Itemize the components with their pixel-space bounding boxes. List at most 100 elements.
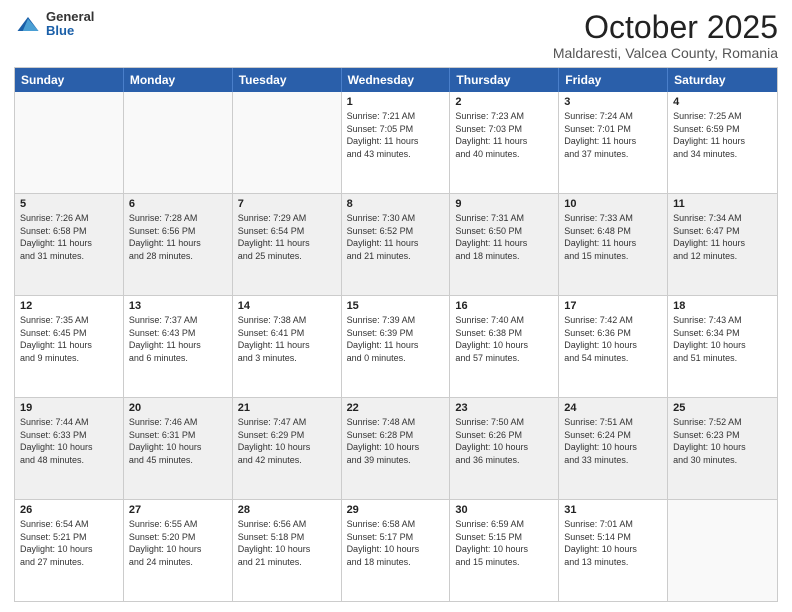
calendar-cell: 17 Sunrise: 7:42 AM Sunset: 6:36 PM Dayli… [559, 296, 668, 397]
title-block: October 2025 Maldaresti, Valcea County, … [553, 10, 778, 61]
day-info: Sunrise: 7:48 AM Sunset: 6:28 PM Dayligh… [347, 416, 445, 466]
day-number: 14 [238, 300, 336, 312]
day-number: 3 [564, 96, 662, 108]
logo-text: General Blue [46, 10, 94, 39]
calendar-cell: 2 Sunrise: 7:23 AM Sunset: 7:03 PM Daylig… [450, 92, 559, 193]
weekday-header: Tuesday [233, 68, 342, 92]
day-info: Sunrise: 7:21 AM Sunset: 7:05 PM Dayligh… [347, 110, 445, 160]
calendar-row: 19 Sunrise: 7:44 AM Sunset: 6:33 PM Dayli… [15, 397, 777, 499]
day-number: 24 [564, 402, 662, 414]
weekday-header: Monday [124, 68, 233, 92]
day-info: Sunrise: 7:31 AM Sunset: 6:50 PM Dayligh… [455, 212, 553, 262]
calendar-row: 5Sunrise: 7:26 AM Sunset: 6:58 PM Daylig… [15, 193, 777, 295]
calendar-cell [124, 92, 233, 193]
calendar-cell: 3 Sunrise: 7:24 AM Sunset: 7:01 PM Daylig… [559, 92, 668, 193]
calendar-row: 26 Sunrise: 6:54 AM Sunset: 5:21 PM Dayli… [15, 499, 777, 601]
day-number: 7 [238, 198, 336, 210]
day-number: 12 [20, 300, 118, 312]
day-info: Sunrise: 7:30 AM Sunset: 6:52 PM Dayligh… [347, 212, 445, 262]
logo: General Blue [14, 10, 94, 39]
day-info: Sunrise: 6:59 AM Sunset: 5:15 PM Dayligh… [455, 518, 553, 568]
calendar-cell: 20Sunrise: 7:46 AM Sunset: 6:31 PM Dayli… [124, 398, 233, 499]
logo-blue: Blue [46, 24, 94, 38]
calendar-cell: 28Sunrise: 6:56 AM Sunset: 5:18 PM Dayli… [233, 500, 342, 601]
weekday-header: Saturday [668, 68, 777, 92]
day-info: Sunrise: 7:29 AM Sunset: 6:54 PM Dayligh… [238, 212, 336, 262]
day-number: 2 [455, 96, 553, 108]
calendar-cell [668, 500, 777, 601]
calendar-cell [233, 92, 342, 193]
day-number: 27 [129, 504, 227, 516]
month-title: October 2025 [553, 10, 778, 45]
calendar-cell: 26 Sunrise: 6:54 AM Sunset: 5:21 PM Dayli… [15, 500, 124, 601]
calendar: SundayMondayTuesdayWednesdayThursdayFrid… [14, 67, 778, 602]
weekday-header: Sunday [15, 68, 124, 92]
day-number: 28 [238, 504, 336, 516]
day-number: 15 [347, 300, 445, 312]
logo-general: General [46, 10, 94, 24]
day-number: 20 [129, 402, 227, 414]
day-number: 13 [129, 300, 227, 312]
day-info: Sunrise: 7:39 AM Sunset: 6:39 PM Dayligh… [347, 314, 445, 364]
calendar-cell: 29 Sunrise: 6:58 AM Sunset: 5:17 PM Dayli… [342, 500, 451, 601]
calendar-cell: 4Sunrise: 7:25 AM Sunset: 6:59 PM Daylig… [668, 92, 777, 193]
calendar-cell: 1 Sunrise: 7:21 AM Sunset: 7:05 PM Daylig… [342, 92, 451, 193]
calendar-header: SundayMondayTuesdayWednesdayThursdayFrid… [15, 68, 777, 92]
day-number: 19 [20, 402, 118, 414]
day-number: 18 [673, 300, 772, 312]
day-info: Sunrise: 7:01 AM Sunset: 5:14 PM Dayligh… [564, 518, 662, 568]
day-info: Sunrise: 7:44 AM Sunset: 6:33 PM Dayligh… [20, 416, 118, 466]
day-number: 22 [347, 402, 445, 414]
day-info: Sunrise: 7:33 AM Sunset: 6:48 PM Dayligh… [564, 212, 662, 262]
day-number: 11 [673, 198, 772, 210]
calendar-cell: 8 Sunrise: 7:30 AM Sunset: 6:52 PM Daylig… [342, 194, 451, 295]
location: Maldaresti, Valcea County, Romania [553, 45, 778, 61]
calendar-cell: 7 Sunrise: 7:29 AM Sunset: 6:54 PM Daylig… [233, 194, 342, 295]
calendar-cell: 16Sunrise: 7:40 AM Sunset: 6:38 PM Dayli… [450, 296, 559, 397]
day-number: 29 [347, 504, 445, 516]
calendar-cell: 27 Sunrise: 6:55 AM Sunset: 5:20 PM Dayli… [124, 500, 233, 601]
day-info: Sunrise: 7:51 AM Sunset: 6:24 PM Dayligh… [564, 416, 662, 466]
calendar-cell: 10 Sunrise: 7:33 AM Sunset: 6:48 PM Dayli… [559, 194, 668, 295]
calendar-body: 1 Sunrise: 7:21 AM Sunset: 7:05 PM Daylig… [15, 92, 777, 601]
day-number: 26 [20, 504, 118, 516]
day-info: Sunrise: 7:37 AM Sunset: 6:43 PM Dayligh… [129, 314, 227, 364]
calendar-cell: 31 Sunrise: 7:01 AM Sunset: 5:14 PM Dayli… [559, 500, 668, 601]
day-number: 6 [129, 198, 227, 210]
calendar-cell: 18 Sunrise: 7:43 AM Sunset: 6:34 PM Dayli… [668, 296, 777, 397]
calendar-cell: 6Sunrise: 7:28 AM Sunset: 6:56 PM Daylig… [124, 194, 233, 295]
day-info: Sunrise: 7:38 AM Sunset: 6:41 PM Dayligh… [238, 314, 336, 364]
day-number: 9 [455, 198, 553, 210]
day-number: 1 [347, 96, 445, 108]
day-info: Sunrise: 7:43 AM Sunset: 6:34 PM Dayligh… [673, 314, 772, 364]
day-info: Sunrise: 7:24 AM Sunset: 7:01 PM Dayligh… [564, 110, 662, 160]
calendar-cell: 5Sunrise: 7:26 AM Sunset: 6:58 PM Daylig… [15, 194, 124, 295]
calendar-cell: 24 Sunrise: 7:51 AM Sunset: 6:24 PM Dayli… [559, 398, 668, 499]
weekday-header: Wednesday [342, 68, 451, 92]
weekday-header: Thursday [450, 68, 559, 92]
day-info: Sunrise: 7:52 AM Sunset: 6:23 PM Dayligh… [673, 416, 772, 466]
day-info: Sunrise: 7:23 AM Sunset: 7:03 PM Dayligh… [455, 110, 553, 160]
day-number: 17 [564, 300, 662, 312]
day-number: 31 [564, 504, 662, 516]
day-number: 30 [455, 504, 553, 516]
day-info: Sunrise: 7:26 AM Sunset: 6:58 PM Dayligh… [20, 212, 118, 262]
day-number: 8 [347, 198, 445, 210]
day-number: 10 [564, 198, 662, 210]
calendar-row: 1 Sunrise: 7:21 AM Sunset: 7:05 PM Daylig… [15, 92, 777, 193]
day-number: 21 [238, 402, 336, 414]
day-number: 4 [673, 96, 772, 108]
day-info: Sunrise: 6:58 AM Sunset: 5:17 PM Dayligh… [347, 518, 445, 568]
day-number: 16 [455, 300, 553, 312]
calendar-cell: 13 Sunrise: 7:37 AM Sunset: 6:43 PM Dayli… [124, 296, 233, 397]
day-number: 25 [673, 402, 772, 414]
day-info: Sunrise: 7:42 AM Sunset: 6:36 PM Dayligh… [564, 314, 662, 364]
calendar-row: 12Sunrise: 7:35 AM Sunset: 6:45 PM Dayli… [15, 295, 777, 397]
calendar-cell: 12Sunrise: 7:35 AM Sunset: 6:45 PM Dayli… [15, 296, 124, 397]
day-info: Sunrise: 6:54 AM Sunset: 5:21 PM Dayligh… [20, 518, 118, 568]
calendar-cell: 11Sunrise: 7:34 AM Sunset: 6:47 PM Dayli… [668, 194, 777, 295]
calendar-cell: 25 Sunrise: 7:52 AM Sunset: 6:23 PM Dayli… [668, 398, 777, 499]
calendar-cell: 21Sunrise: 7:47 AM Sunset: 6:29 PM Dayli… [233, 398, 342, 499]
day-info: Sunrise: 6:55 AM Sunset: 5:20 PM Dayligh… [129, 518, 227, 568]
day-info: Sunrise: 7:50 AM Sunset: 6:26 PM Dayligh… [455, 416, 553, 466]
